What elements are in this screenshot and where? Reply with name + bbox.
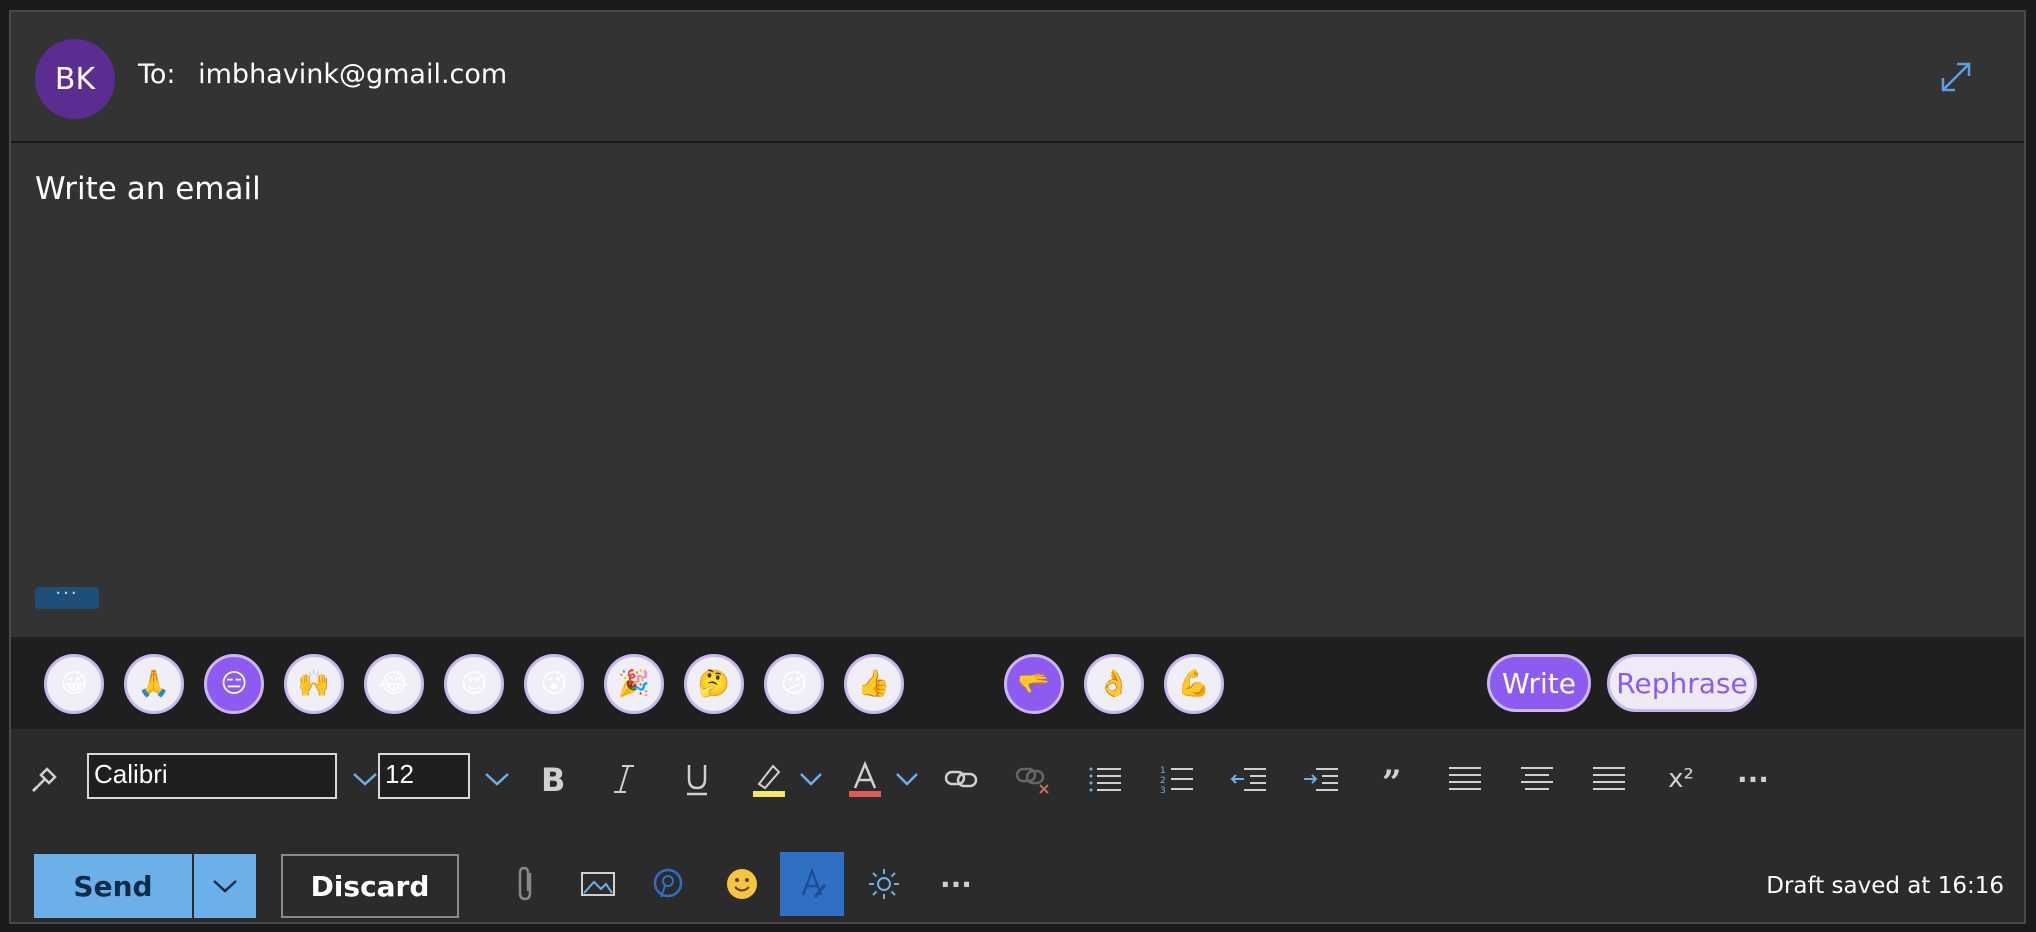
- font-color-dropdown-icon[interactable]: [887, 759, 927, 799]
- link-icon[interactable]: [941, 759, 981, 799]
- increase-indent-icon[interactable]: [1301, 759, 1341, 799]
- body-placeholder[interactable]: Write an email: [35, 171, 261, 207]
- bullet-list-icon[interactable]: [1085, 759, 1125, 799]
- svg-text:”: ”: [1382, 764, 1402, 794]
- numbered-list-icon[interactable]: 123: [1157, 759, 1197, 799]
- reaction-gesture-2[interactable]: 💪: [1164, 654, 1224, 714]
- reaction-emoji-6[interactable]: 😮: [524, 654, 584, 714]
- reaction-emoji-5[interactable]: 😍: [444, 654, 504, 714]
- editor-icon[interactable]: [780, 852, 844, 916]
- chevron-down-icon: [213, 880, 237, 893]
- reaction-emoji-1[interactable]: 🙏: [124, 654, 184, 714]
- font-size-input[interactable]: 12: [378, 753, 470, 799]
- compose-actions: Send Discard ··· Draft saved at 16:16: [11, 829, 2024, 922]
- highlight-dropdown-icon[interactable]: [791, 759, 831, 799]
- svg-text:B: B: [541, 762, 565, 796]
- decrease-indent-icon[interactable]: [1229, 759, 1269, 799]
- align-left-icon[interactable]: [1445, 759, 1485, 799]
- reaction-emoji-8[interactable]: 🤔: [684, 654, 744, 714]
- superscript-label: x²: [1668, 764, 1694, 794]
- font-size-dropdown-icon[interactable]: [477, 759, 517, 799]
- show-more-button[interactable]: ···: [35, 585, 99, 609]
- loop-icon[interactable]: [643, 859, 693, 909]
- discard-button[interactable]: Discard: [281, 854, 459, 918]
- expand-icon[interactable]: [1939, 60, 1973, 94]
- reaction-emoji-9[interactable]: 😕: [764, 654, 824, 714]
- brightness-icon[interactable]: [859, 859, 909, 909]
- insert-image-icon[interactable]: [573, 859, 623, 909]
- reaction-emoji-7[interactable]: 🎉: [604, 654, 664, 714]
- send-button[interactable]: Send: [34, 854, 192, 918]
- reaction-gesture-1[interactable]: 👌: [1084, 654, 1144, 714]
- svg-text:3: 3: [1160, 786, 1166, 794]
- attach-icon[interactable]: [501, 859, 551, 909]
- send-options-dropdown[interactable]: [194, 854, 256, 918]
- quick-reactions-row: 😀 🙏 😑 🙌 😂 😍 😮 🎉 🤔 😕 👍 🫳 👌 💪 Write Rephrase: [11, 637, 2024, 729]
- compose-header: BK To: imbhavink@gmail.com: [11, 12, 2024, 143]
- highlight-icon[interactable]: [749, 759, 789, 799]
- align-right-icon[interactable]: [1589, 759, 1629, 799]
- more-format-label: ···: [1737, 762, 1769, 796]
- recipient-address[interactable]: imbhavink@gmail.com: [198, 59, 507, 90]
- reaction-emoji-3[interactable]: 🙌: [284, 654, 344, 714]
- to-label: To:: [138, 59, 176, 90]
- more-actions-label: ···: [940, 867, 972, 901]
- format-painter-icon[interactable]: [25, 759, 65, 799]
- align-center-icon[interactable]: [1517, 759, 1557, 799]
- reaction-emoji-4[interactable]: 😂: [364, 654, 424, 714]
- svg-text:1: 1: [1160, 766, 1166, 776]
- font-color-icon[interactable]: [845, 759, 885, 799]
- avatar: BK: [35, 39, 115, 119]
- reaction-emoji-2[interactable]: 😑: [204, 654, 264, 714]
- compose-window: BK To: imbhavink@gmail.com Write an emai…: [9, 10, 2026, 924]
- more-actions-icon[interactable]: ···: [931, 859, 981, 909]
- remove-link-icon[interactable]: [1013, 759, 1053, 799]
- formatting-toolbar: Calibri 12 B 1 2 3 ” x² ···: [11, 729, 2024, 829]
- more-format-options-icon[interactable]: ···: [1733, 759, 1773, 799]
- reaction-emoji-10[interactable]: 👍: [844, 654, 904, 714]
- svg-text:2: 2: [1160, 776, 1166, 786]
- emoji-icon[interactable]: [717, 859, 767, 909]
- write-button[interactable]: Write: [1487, 654, 1591, 712]
- reaction-gesture-0[interactable]: 🫳: [1004, 654, 1064, 714]
- recipient-line[interactable]: To: imbhavink@gmail.com: [138, 59, 507, 90]
- superscript-icon[interactable]: x²: [1661, 759, 1701, 799]
- italic-icon[interactable]: [605, 759, 645, 799]
- bold-icon[interactable]: B: [533, 759, 573, 799]
- rephrase-button[interactable]: Rephrase: [1607, 654, 1757, 712]
- quote-icon[interactable]: ”: [1373, 759, 1413, 799]
- reaction-emoji-0[interactable]: 😀: [44, 654, 104, 714]
- underline-icon[interactable]: [677, 759, 717, 799]
- font-name-input[interactable]: Calibri: [87, 753, 337, 799]
- draft-status: Draft saved at 16:16: [1766, 873, 2004, 899]
- email-body[interactable]: Write an email ···: [11, 143, 2024, 637]
